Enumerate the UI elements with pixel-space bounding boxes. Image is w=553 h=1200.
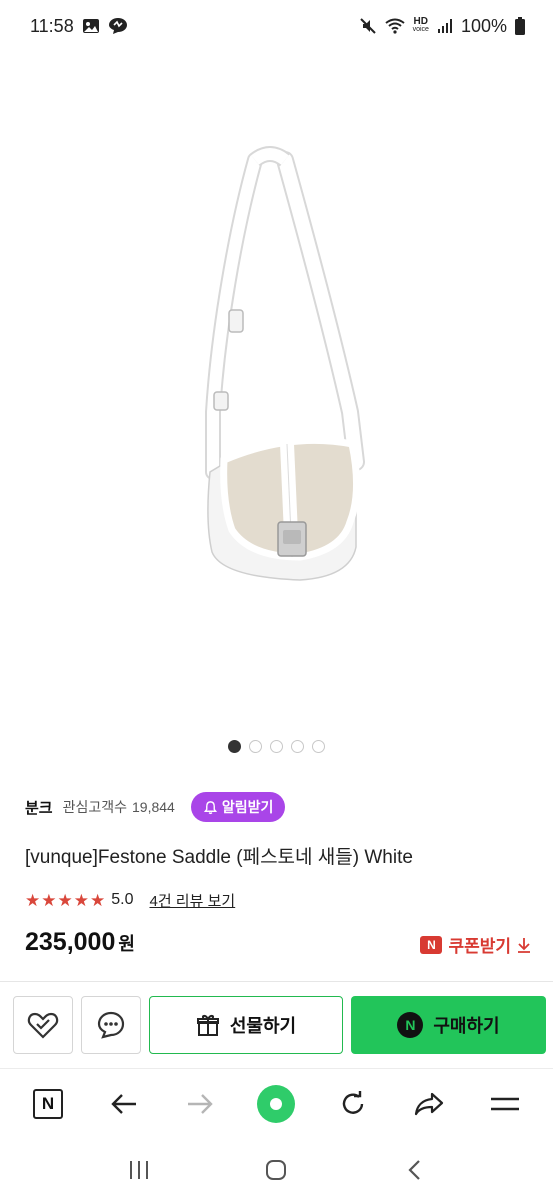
- divider: [0, 981, 553, 982]
- coupon-button[interactable]: N 쿠폰받기: [420, 932, 531, 957]
- green-dot-button[interactable]: [254, 1082, 298, 1126]
- battery-icon: [515, 17, 525, 35]
- fav-count: 19,844: [132, 799, 175, 815]
- buy-button[interactable]: N 구매하기: [351, 996, 546, 1054]
- carousel-dot[interactable]: [270, 740, 283, 753]
- browser-toolbar: N: [0, 1068, 553, 1138]
- star-icon: ★: [73, 890, 89, 910]
- action-bar: 선물하기 N 구매하기: [13, 996, 546, 1054]
- buy-label: 구매하기: [433, 1016, 500, 1036]
- white-saddle-bag-image: [205, 146, 365, 581]
- back-arrow-icon: [111, 1093, 137, 1114]
- rating-value: 5.0: [111, 891, 134, 908]
- alarm-button[interactable]: 알림받기: [190, 792, 286, 822]
- star-icon: ★: [41, 890, 57, 910]
- signal-icon: [437, 18, 453, 34]
- seller-row: 분크 관심고객수 19,844 알림받기: [25, 790, 286, 824]
- star-icon: ★: [25, 890, 41, 910]
- carousel-dot[interactable]: [228, 740, 241, 753]
- green-dot-icon: [257, 1084, 296, 1123]
- status-left: 11:58: [30, 16, 128, 37]
- gift-button[interactable]: 선물하기: [149, 996, 343, 1054]
- status-bar: 11:58 HD voice 100%: [0, 0, 553, 52]
- naver-n-badge: N: [420, 935, 443, 954]
- price-row: 235,000 원: [25, 928, 135, 957]
- bell-plus-icon: [203, 800, 217, 814]
- chat-bubble-icon: [97, 1011, 125, 1039]
- system-back-button[interactable]: [392, 1148, 436, 1192]
- download-icon: [518, 937, 530, 953]
- menu-icon: [490, 1097, 519, 1110]
- message-icon: [108, 17, 128, 35]
- back-icon: [408, 1160, 420, 1180]
- menu-button[interactable]: [483, 1082, 527, 1126]
- status-right: HD voice 100%: [359, 16, 525, 37]
- fav-label: 관심고객수: [62, 799, 128, 815]
- mute-icon: [359, 17, 377, 35]
- refresh-icon: [342, 1090, 363, 1114]
- forward-arrow-icon: [188, 1093, 214, 1114]
- carousel-dot[interactable]: [312, 740, 325, 753]
- heart-check-icon: [27, 1012, 59, 1039]
- carousel-dot[interactable]: [291, 740, 304, 753]
- naver-home-icon: N: [33, 1088, 64, 1119]
- product-image[interactable]: [0, 52, 553, 732]
- price: 235,000: [25, 928, 116, 956]
- system-navigation: [0, 1140, 553, 1200]
- naver-pay-icon: N: [397, 1012, 424, 1038]
- gift-icon: [196, 1015, 219, 1036]
- rating-row: ★ ★ ★ ★ ★ 5.0 4건 리뷰 보기: [25, 888, 235, 912]
- chat-button[interactable]: [81, 996, 141, 1054]
- status-time: 11:58: [30, 15, 74, 36]
- recents-icon: [129, 1161, 148, 1179]
- star-icon: ★: [57, 890, 73, 910]
- back-button[interactable]: [102, 1082, 146, 1126]
- carousel-dot[interactable]: [249, 740, 262, 753]
- share-icon: [414, 1092, 443, 1115]
- wifi-icon: [384, 18, 405, 34]
- star-icon: ★: [90, 890, 106, 910]
- home-icon: [266, 1160, 287, 1180]
- refresh-button[interactable]: [331, 1082, 375, 1126]
- carousel-indicator: [0, 740, 553, 753]
- naver-home-button[interactable]: N: [26, 1082, 70, 1126]
- gift-label: 선물하기: [229, 1016, 297, 1036]
- review-link[interactable]: 4건 리뷰 보기: [150, 890, 236, 911]
- alarm-label: 알림받기: [221, 799, 274, 815]
- gallery-icon: [82, 18, 100, 34]
- hd-voice-icon: HD voice: [412, 16, 429, 34]
- product-title: [vunque]Festone Saddle (페스토네 새들) White: [25, 847, 413, 868]
- star-rating: ★ ★ ★ ★ ★: [25, 892, 105, 909]
- coupon-label: 쿠폰받기: [448, 937, 511, 956]
- home-button[interactable]: [254, 1148, 298, 1192]
- currency: 원: [118, 934, 135, 954]
- seller-name[interactable]: 분크: [25, 797, 53, 818]
- wishlist-button[interactable]: [13, 996, 73, 1054]
- share-button[interactable]: [407, 1082, 451, 1126]
- forward-button[interactable]: [178, 1082, 222, 1126]
- recents-button[interactable]: [117, 1148, 161, 1192]
- battery-percent: 100%: [460, 15, 507, 36]
